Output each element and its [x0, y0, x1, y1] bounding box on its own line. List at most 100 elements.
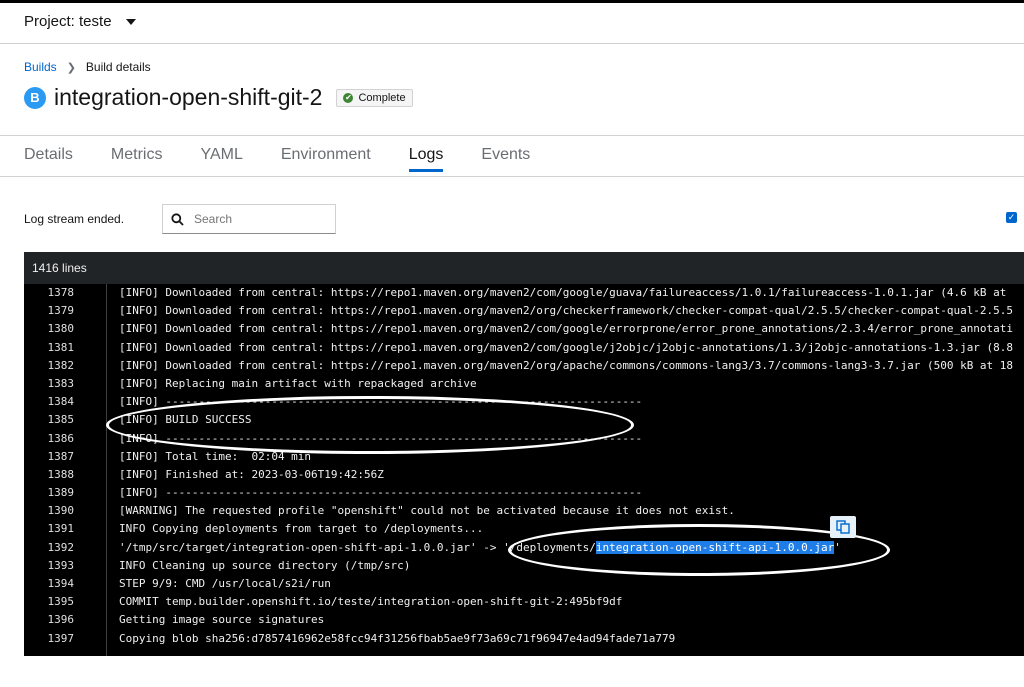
line-text-main: [INFO] Replacing main artifact with repa… — [119, 376, 477, 390]
line-number: 1394 — [47, 577, 75, 590]
line-text-main: [INFO] Downloaded from central: https://… — [119, 286, 1007, 299]
line-text-main: [INFO] Downloaded from central: https://… — [119, 358, 1014, 372]
page-header: B integration-open-shift-git-2 ✔ Complet… — [24, 84, 413, 111]
line-text-main: [INFO] Downloaded from central: https://… — [119, 304, 1014, 318]
line-number: 1384 — [47, 395, 75, 409]
selected-text: integration-open-shift-api-1.0.0.jar — [595, 540, 835, 554]
line-text: [INFO] Total time: 02:04 min — [119, 448, 311, 466]
line-text: [WARNING] The requested profile "openshi… — [119, 502, 735, 520]
line-text: Copying blob sha256:d7857416962e58fcc94f… — [119, 630, 675, 648]
line-text-main: Getting image source signatures — [119, 613, 325, 627]
checkbox[interactable]: ✓ — [1006, 212, 1017, 223]
line-text-main: [INFO] BUILD SUCCESS — [119, 413, 252, 427]
line-number: 1381 — [47, 340, 75, 354]
log-line: 1396 Getting image source signatures — [24, 611, 1024, 629]
line-text: Getting image source signatures — [119, 611, 324, 629]
project-label: Project: teste — [24, 13, 112, 30]
line-text-main: [WARNING] The requested profile "openshi… — [119, 504, 735, 518]
line-number: 1378 — [47, 286, 75, 299]
breadcrumb-current: Build details — [85, 60, 151, 74]
line-number: 1389 — [47, 486, 75, 500]
line-text-main: '/tmp/src/target/integration-open-shift-… — [119, 540, 596, 554]
line-number: 1392 — [47, 540, 75, 554]
line-text: [INFO] Downloaded from central: https://… — [119, 284, 1006, 302]
breadcrumb-builds-link[interactable]: Builds — [24, 60, 57, 74]
log-line: 1394 STEP 9/9: CMD /usr/local/s2i/run — [24, 575, 1024, 593]
log-line: 1379 [INFO] Downloaded from central: http… — [24, 302, 1024, 320]
tab-environment[interactable]: Environment — [281, 146, 371, 172]
divider — [0, 176, 1024, 177]
tab-events[interactable]: Events — [481, 146, 530, 172]
line-number: 1393 — [47, 558, 75, 572]
log-line: 1384 [INFO] -----------------------------… — [24, 393, 1024, 411]
line-text-main: INFO Copying deployments from target to … — [119, 522, 484, 536]
log-header: 1416 lines — [24, 252, 1024, 284]
line-number: 1388 — [47, 467, 75, 481]
line-number: 1382 — [47, 358, 75, 372]
line-text-main: [INFO] ---------------------------------… — [119, 486, 643, 500]
log-line: 1386 [INFO] -----------------------------… — [24, 430, 1024, 448]
line-text-main: INFO Cleaning up source directory (/tmp/… — [119, 558, 411, 572]
log-stream-status: Log stream ended. — [24, 212, 125, 226]
line-count: 1416 lines — [32, 261, 87, 275]
log-window[interactable]: 1378 [INFO] Downloaded from central: http… — [24, 284, 1024, 656]
page-title: integration-open-shift-git-2 — [54, 84, 323, 110]
line-text: [INFO] Finished at: 2023-03-06T19:42:56Z — [119, 466, 384, 484]
breadcrumb: Builds ❯ Build details — [24, 60, 151, 74]
line-number: 1385 — [47, 413, 75, 427]
line-number: 1396 — [47, 613, 75, 627]
log-line: 1383 [INFO] Replacing main artifact with … — [24, 375, 1024, 393]
build-resource-badge: B — [24, 86, 46, 109]
line-number: 1391 — [47, 522, 75, 536]
tab-metrics[interactable]: Metrics — [111, 146, 163, 172]
line-number: 1379 — [47, 304, 75, 318]
line-text-main: COMMIT temp.builder.openshift.io/teste/i… — [119, 595, 623, 609]
log-line: 1389 [INFO] -----------------------------… — [24, 484, 1024, 502]
check-circle-icon: ✔ — [343, 92, 354, 103]
line-text: COMMIT temp.builder.openshift.io/teste/i… — [119, 593, 622, 611]
status-badge: ✔ Complete — [336, 88, 413, 107]
line-text: [INFO] Downloaded from central: https://… — [119, 357, 1013, 375]
project-selector[interactable]: Project: teste — [24, 13, 136, 30]
log-line: 1387 [INFO] Total time: 02:04 min — [24, 448, 1024, 466]
line-text-main: [INFO] Finished at: 2023-03-06T19:42:56Z — [119, 467, 384, 481]
log-line: 1385 [INFO] BUILD SUCCESS — [24, 411, 1024, 429]
tab-bar: Details Metrics YAML Environment Logs Ev… — [24, 146, 568, 172]
line-number: 1387 — [47, 449, 75, 463]
line-text: [INFO] ---------------------------------… — [119, 484, 642, 502]
log-line: 1390 [WARNING] The requested profile "ope… — [24, 502, 1024, 520]
line-text: STEP 9/9: CMD /usr/local/s2i/run — [119, 575, 331, 593]
log-line: 1391 INFO Copying deployments from target… — [24, 520, 1024, 538]
chevron-right-icon: ❯ — [66, 61, 76, 74]
caret-down-icon — [125, 18, 136, 25]
log-line: 1395 COMMIT temp.builder.openshift.io/tes… — [24, 593, 1024, 611]
line-number: 1380 — [47, 322, 75, 336]
line-text: [INFO] Downloaded from central: https://… — [119, 339, 1013, 357]
log-line: 1380 [INFO] Downloaded from central: http… — [24, 320, 1024, 338]
copy-icon[interactable] — [830, 516, 856, 538]
tab-logs[interactable]: Logs — [408, 146, 444, 172]
search-input[interactable] — [192, 211, 326, 227]
log-line: 1393 INFO Cleaning up source directory (/… — [24, 557, 1024, 575]
search-icon — [171, 212, 184, 226]
divider — [0, 135, 1024, 136]
line-text: [INFO] Downloaded from central: https://… — [119, 320, 1013, 338]
tab-details[interactable]: Details — [24, 146, 73, 172]
line-text-main: [INFO] ---------------------------------… — [119, 431, 643, 445]
log-line: 1388 [INFO] Finished at: 2023-03-06T19:42… — [24, 466, 1024, 484]
line-text-main: [INFO] Total time: 02:04 min — [119, 449, 312, 463]
line-number: 1395 — [47, 595, 75, 609]
line-number: 1383 — [47, 376, 75, 390]
line-number: 1386 — [47, 431, 75, 445]
line-text: INFO Cleaning up source directory (/tmp/… — [119, 557, 410, 575]
line-text: [INFO] Downloaded from central: https://… — [119, 302, 1013, 320]
line-text-main: [INFO] ---------------------------------… — [119, 395, 643, 409]
log-search[interactable] — [162, 204, 336, 234]
line-text: '/tmp/src/target/integration-open-shift-… — [119, 539, 841, 557]
line-number: 1397 — [47, 631, 75, 645]
project-bar: Project: teste — [0, 0, 1024, 44]
tab-yaml[interactable]: YAML — [200, 146, 242, 172]
line-text-main: STEP 9/9: CMD /usr/local/s2i/run — [119, 577, 331, 590]
log-line: 1397 Copying blob sha256:d7857416962e58fc… — [24, 630, 1024, 648]
log-line: 1382 [INFO] Downloaded from central: http… — [24, 357, 1024, 375]
